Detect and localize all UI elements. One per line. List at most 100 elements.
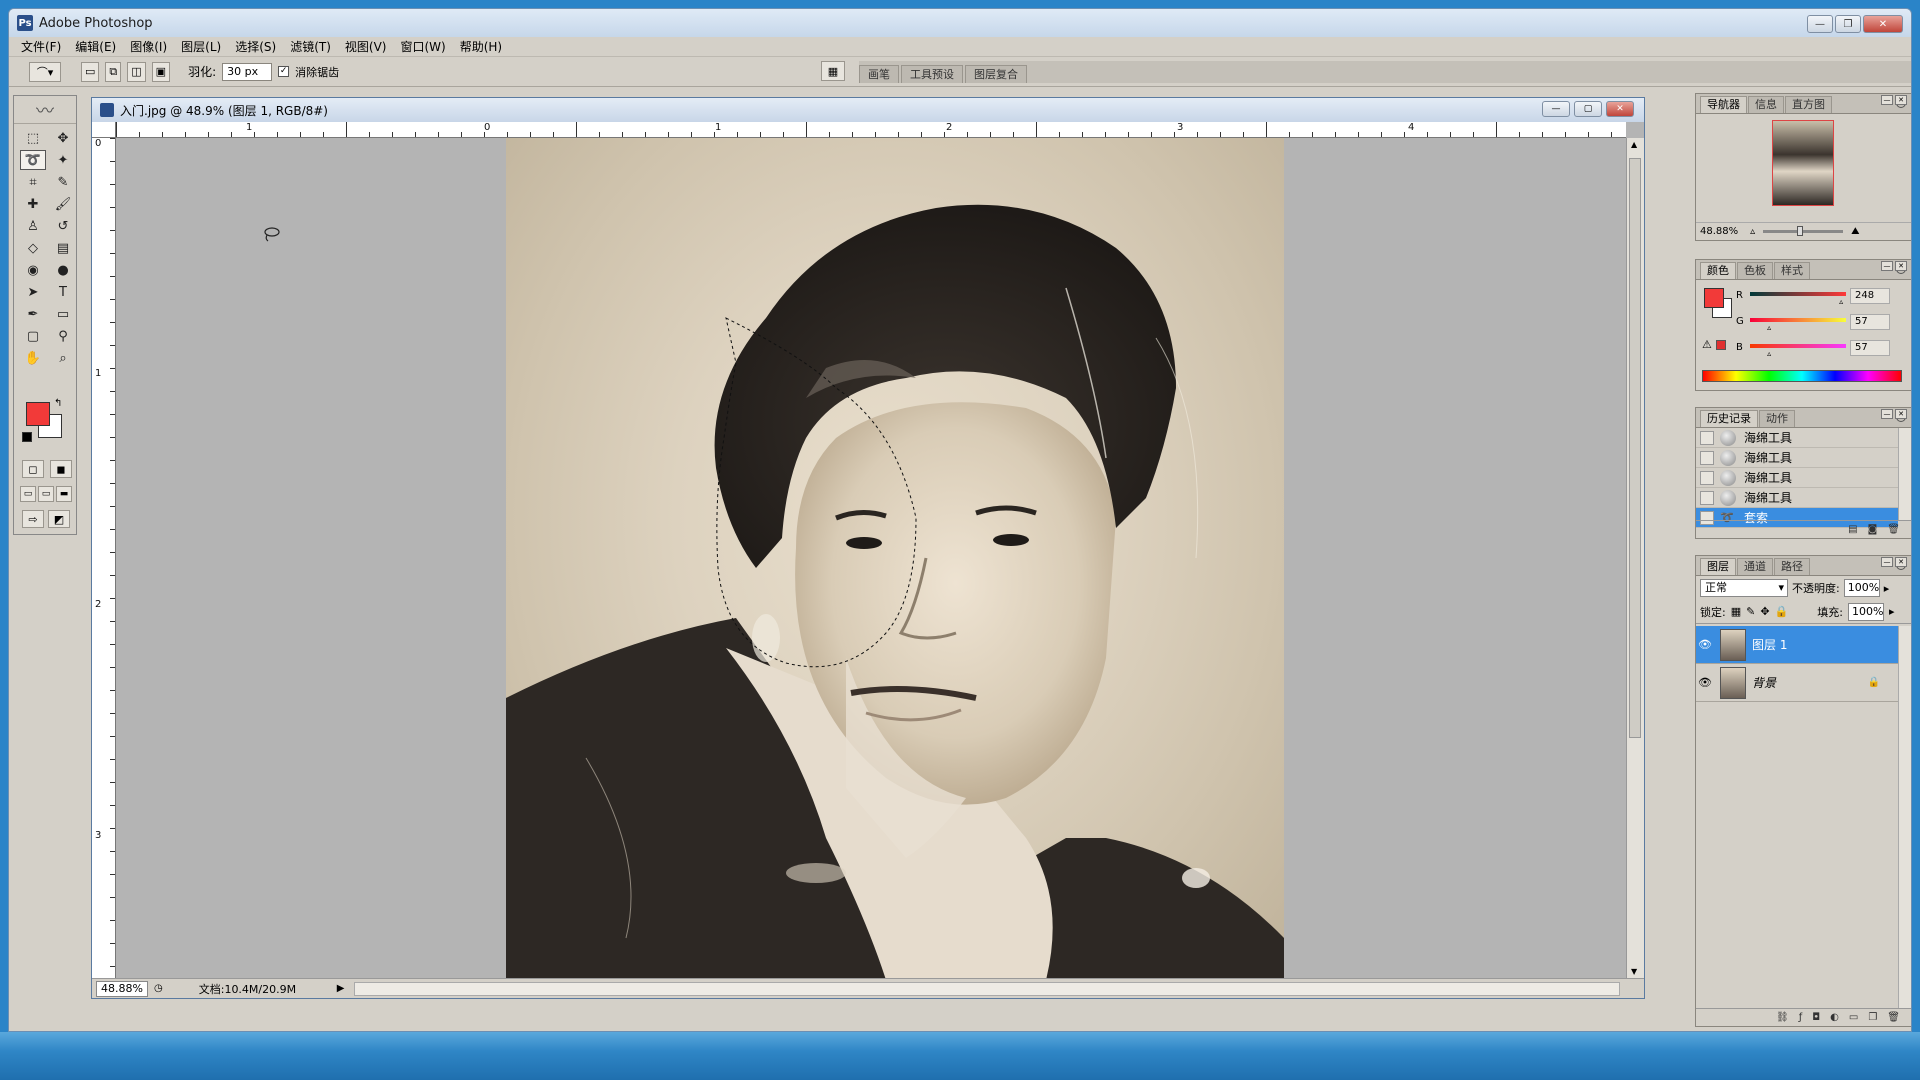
- fill-slider-arrow-icon[interactable]: ▸: [1889, 605, 1895, 618]
- palette-tab-layer-comps[interactable]: 图层复合: [965, 65, 1027, 83]
- history-source-checkbox[interactable]: [1700, 450, 1714, 465]
- adjustment-layer-icon[interactable]: ◐: [1830, 1012, 1839, 1023]
- screen-mode-standard-icon[interactable]: ▭: [20, 486, 36, 502]
- channel-slider-track[interactable]: [1750, 318, 1846, 322]
- portrait-photo[interactable]: [506, 138, 1284, 978]
- blur-tool-icon[interactable]: ◉: [20, 260, 46, 280]
- tab-color[interactable]: 颜色: [1700, 262, 1736, 279]
- layer-thumbnail[interactable]: [1720, 666, 1746, 699]
- panel-close-icon[interactable]: ✕: [1895, 409, 1907, 419]
- doc-minimize-icon[interactable]: —: [1542, 101, 1570, 117]
- screen-mode-menu-icon[interactable]: ▭: [38, 486, 54, 502]
- panel-minimize-icon[interactable]: —: [1881, 261, 1893, 271]
- canvas-area[interactable]: [116, 138, 1626, 978]
- history-item[interactable]: 海绵工具: [1696, 468, 1898, 488]
- gamut-correction-swatch[interactable]: [1716, 340, 1726, 350]
- crop-tool-icon[interactable]: ⌗: [20, 172, 46, 192]
- channel-slider-track[interactable]: [1750, 344, 1846, 348]
- vertical-ruler[interactable]: 0 1 2 3: [92, 138, 116, 978]
- menu-edit[interactable]: 编辑(E): [75, 38, 116, 55]
- default-colors-icon[interactable]: [22, 432, 32, 442]
- new-selection-icon[interactable]: ▭: [81, 61, 100, 82]
- tool-preset-lasso-icon[interactable]: ⌒▾: [29, 61, 61, 82]
- marquee-tool-icon[interactable]: ⬚: [20, 128, 46, 148]
- slice-tool-icon[interactable]: ✎: [50, 172, 76, 192]
- menu-file[interactable]: 文件(F): [21, 38, 61, 55]
- channel-slider-thumb-icon[interactable]: ▵: [1767, 349, 1771, 358]
- horizontal-scrollbar[interactable]: [354, 981, 1620, 996]
- layer-thumbnail[interactable]: [1720, 628, 1746, 661]
- delete-state-icon[interactable]: 🗑: [1887, 524, 1900, 535]
- lasso-tool-icon[interactable]: ➰: [20, 150, 46, 170]
- panel-minimize-icon[interactable]: —: [1881, 557, 1893, 567]
- tab-channels[interactable]: 通道: [1737, 558, 1773, 575]
- tab-styles[interactable]: 样式: [1774, 262, 1810, 279]
- menu-select[interactable]: 选择(S): [235, 38, 276, 55]
- minimize-icon[interactable]: —: [1807, 15, 1833, 33]
- move-tool-icon[interactable]: ✥: [50, 128, 76, 148]
- channel-slider-thumb-icon[interactable]: ▵: [1767, 323, 1771, 332]
- layers-scrollbar[interactable]: [1898, 626, 1911, 1008]
- pen-tool-icon[interactable]: ✒: [20, 304, 46, 324]
- lock-image-icon[interactable]: ✎: [1746, 605, 1755, 618]
- panel-close-icon[interactable]: ✕: [1895, 557, 1907, 567]
- delete-layer-icon[interactable]: 🗑: [1887, 1012, 1900, 1023]
- close-icon[interactable]: ✕: [1863, 15, 1903, 33]
- history-item[interactable]: 海绵工具: [1696, 428, 1898, 448]
- layer-mask-icon[interactable]: ◘: [1812, 1012, 1820, 1023]
- type-tool-icon[interactable]: T: [50, 282, 76, 302]
- menu-image[interactable]: 图像(I): [130, 38, 167, 55]
- path-select-icon[interactable]: ➤: [20, 282, 46, 302]
- new-document-from-state-icon[interactable]: ▤: [1848, 524, 1857, 535]
- opacity-input[interactable]: 100%: [1843, 579, 1880, 597]
- history-source-checkbox[interactable]: [1700, 490, 1714, 505]
- blend-mode-select[interactable]: 正常 ▾: [1700, 579, 1788, 597]
- zoom-in-icon[interactable]: ⛰: [1851, 226, 1859, 237]
- layer-visibility-eye-icon[interactable]: 👁: [1696, 664, 1714, 702]
- history-scrollbar[interactable]: [1898, 428, 1911, 520]
- imageready-logo-icon[interactable]: ◩: [48, 510, 70, 528]
- quick-mask-icon[interactable]: ◼: [50, 460, 72, 478]
- tab-swatches[interactable]: 色板: [1737, 262, 1773, 279]
- scroll-down-icon[interactable]: ▼: [1631, 967, 1637, 976]
- notes-tool-icon[interactable]: ▢: [20, 326, 46, 346]
- palette-tab-tool-presets[interactable]: 工具预设: [901, 65, 963, 83]
- channel-value[interactable]: 57: [1850, 314, 1890, 330]
- new-layer-icon[interactable]: ❐: [1868, 1012, 1877, 1023]
- menu-filter[interactable]: 滤镜(T): [290, 38, 331, 55]
- panel-close-icon[interactable]: ✕: [1895, 261, 1907, 271]
- layer-visibility-eye-icon[interactable]: 👁: [1696, 626, 1714, 664]
- channel-slider-thumb-icon[interactable]: ▵: [1839, 297, 1843, 306]
- subtract-selection-icon[interactable]: ◫: [127, 61, 146, 82]
- history-brush-icon[interactable]: ↺: [50, 216, 76, 236]
- status-menu-arrow-icon[interactable]: ▶: [337, 983, 345, 994]
- menu-view[interactable]: 视图(V): [345, 38, 387, 55]
- tab-layers[interactable]: 图层: [1700, 558, 1736, 575]
- color-spectrum-bar[interactable]: [1702, 370, 1902, 382]
- zoom-tool-icon[interactable]: ⌕: [50, 348, 76, 368]
- healing-brush-icon[interactable]: ✚: [20, 194, 46, 214]
- gradient-tool-icon[interactable]: ▤: [50, 238, 76, 258]
- doc-close-icon[interactable]: ✕: [1606, 101, 1634, 117]
- standard-mode-icon[interactable]: ◻: [22, 460, 44, 478]
- history-item[interactable]: 海绵工具: [1696, 448, 1898, 468]
- tab-navigator[interactable]: 导航器: [1700, 96, 1747, 113]
- tab-history[interactable]: 历史记录: [1700, 410, 1758, 427]
- intersect-selection-icon[interactable]: ▣: [151, 61, 171, 82]
- history-item[interactable]: 海绵工具: [1696, 488, 1898, 508]
- status-zoom-field[interactable]: 48.88%: [96, 980, 148, 997]
- restore-icon[interactable]: ❐: [1835, 15, 1861, 33]
- navigator-thumbnail[interactable]: [1772, 120, 1834, 206]
- new-group-icon[interactable]: ▭: [1849, 1012, 1858, 1023]
- layer-row[interactable]: 👁 背景 🔒: [1696, 664, 1898, 702]
- navigator-zoom-slider[interactable]: [1763, 226, 1844, 236]
- feather-input[interactable]: 30 px: [222, 62, 273, 81]
- layer-row[interactable]: 👁 图层 1: [1696, 626, 1898, 664]
- channel-value[interactable]: 248: [1850, 288, 1890, 304]
- tab-info[interactable]: 信息: [1748, 96, 1784, 113]
- history-source-checkbox[interactable]: [1700, 470, 1714, 485]
- sponge-tool-icon[interactable]: ●: [50, 260, 76, 280]
- lock-position-icon[interactable]: ✥: [1760, 605, 1769, 618]
- new-snapshot-icon[interactable]: ◙: [1868, 524, 1878, 535]
- panel-close-icon[interactable]: ✕: [1895, 95, 1907, 105]
